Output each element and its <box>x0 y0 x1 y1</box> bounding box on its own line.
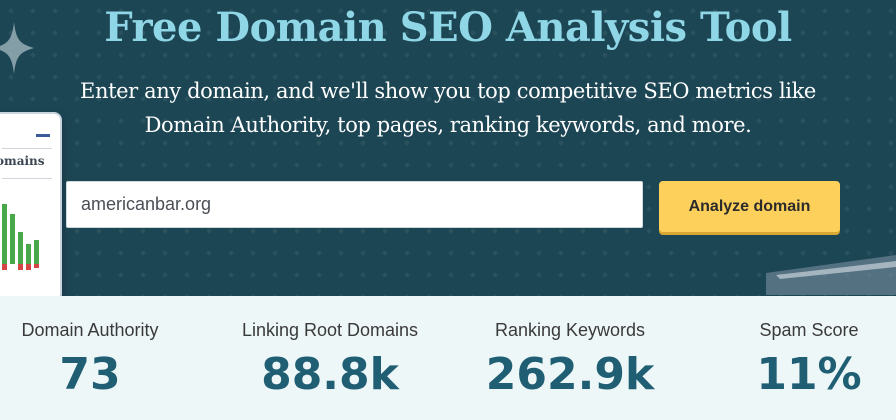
metrics-row: Domain Authority 73 Linking Root Domains… <box>0 296 896 420</box>
illustration-label: omains <box>0 154 45 168</box>
analyze-domain-button[interactable]: Analyze domain <box>659 181 840 232</box>
metric-spam-score: Spam Score 11% <box>734 317 884 403</box>
metric-value: 11% <box>756 349 862 400</box>
metric-value: 73 <box>59 349 121 400</box>
metric-label: Spam Score <box>759 320 859 340</box>
metric-value: 88.8k <box>261 349 399 400</box>
subtitle-line-2: Domain Authority, top pages, ranking key… <box>144 113 752 137</box>
decorative-swoosh <box>766 255 896 295</box>
metric-linking-root-domains: Linking Root Domains 88.8k <box>222 317 438 403</box>
metric-label: Ranking Keywords <box>494 320 646 340</box>
domain-input[interactable] <box>66 181 643 228</box>
metric-value: 262.9k <box>485 349 655 400</box>
subtitle-line-1: Enter any domain, and we'll show you top… <box>80 79 816 103</box>
metric-label: Linking Root Domains <box>241 320 419 340</box>
metric-label: Domain Authority <box>21 320 159 340</box>
page-subtitle: Enter any domain, and we'll show you top… <box>0 74 896 142</box>
metric-domain-authority: Domain Authority 73 <box>2 317 178 403</box>
hero-banner: omains Free Domain SEO Analysis Tool Ent… <box>0 0 896 296</box>
page-title: Free Domain SEO Analysis Tool <box>104 4 792 51</box>
metric-ranking-keywords: Ranking Keywords 262.9k <box>478 317 662 403</box>
